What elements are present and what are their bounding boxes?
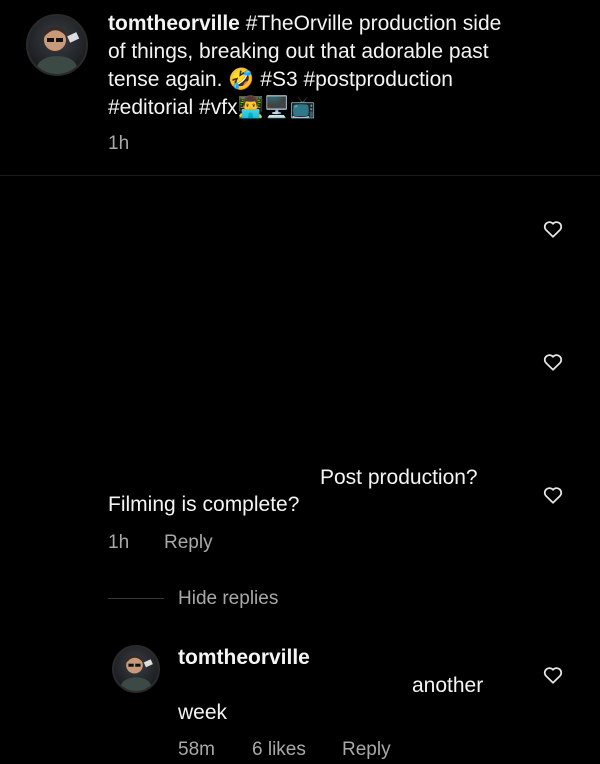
heart-icon[interactable] (542, 351, 564, 373)
replies-thread-line (108, 598, 164, 599)
caption-hashtags-1[interactable]: #S3 #postproduction (260, 68, 453, 91)
reply-text-part2: week (178, 701, 228, 724)
post-username[interactable]: tomtheorville (108, 12, 240, 35)
caption-hashtags-2[interactable]: #editorial #vfx (108, 96, 238, 119)
caption-text-1: #TheOrville production side (245, 12, 502, 35)
post-caption: tomtheorville #TheOrville production sid… (108, 10, 568, 122)
comment-like-heart-icon[interactable] (542, 484, 564, 506)
post-author-avatar[interactable] (26, 14, 88, 76)
reply-author-avatar[interactable] (112, 645, 160, 693)
comment-text-line2: Filming is complete? (108, 493, 300, 516)
post-time: 1h (108, 133, 130, 154)
heart-icon[interactable] (542, 218, 564, 240)
technologist-computer-tv-emoji-icon: 👨‍💻🖥️📺 (237, 96, 317, 119)
caption-text-2: of things, breaking out that adorable pa… (108, 40, 489, 63)
caption-text-3a: tense again. (108, 68, 223, 91)
reply-like-heart-icon[interactable] (542, 664, 564, 686)
reply-text-part1: another (412, 674, 484, 697)
laughing-emoji-icon: 🤣 (228, 68, 255, 91)
comment-time: 1h (108, 532, 130, 553)
reply-username[interactable]: tomtheorville (178, 646, 310, 670)
reply-reply-button[interactable]: Reply (342, 739, 391, 761)
caption-divider (0, 175, 600, 176)
hide-replies-button[interactable]: Hide replies (178, 588, 278, 610)
avatar-illustration (37, 26, 80, 74)
avatar-illustration (120, 654, 153, 691)
reply-likes-count[interactable]: 6 likes (252, 739, 306, 761)
comment-reply-button[interactable]: Reply (164, 532, 213, 554)
comment-text-line1: Post production? (320, 466, 478, 489)
reply-time: 58m (178, 739, 215, 760)
